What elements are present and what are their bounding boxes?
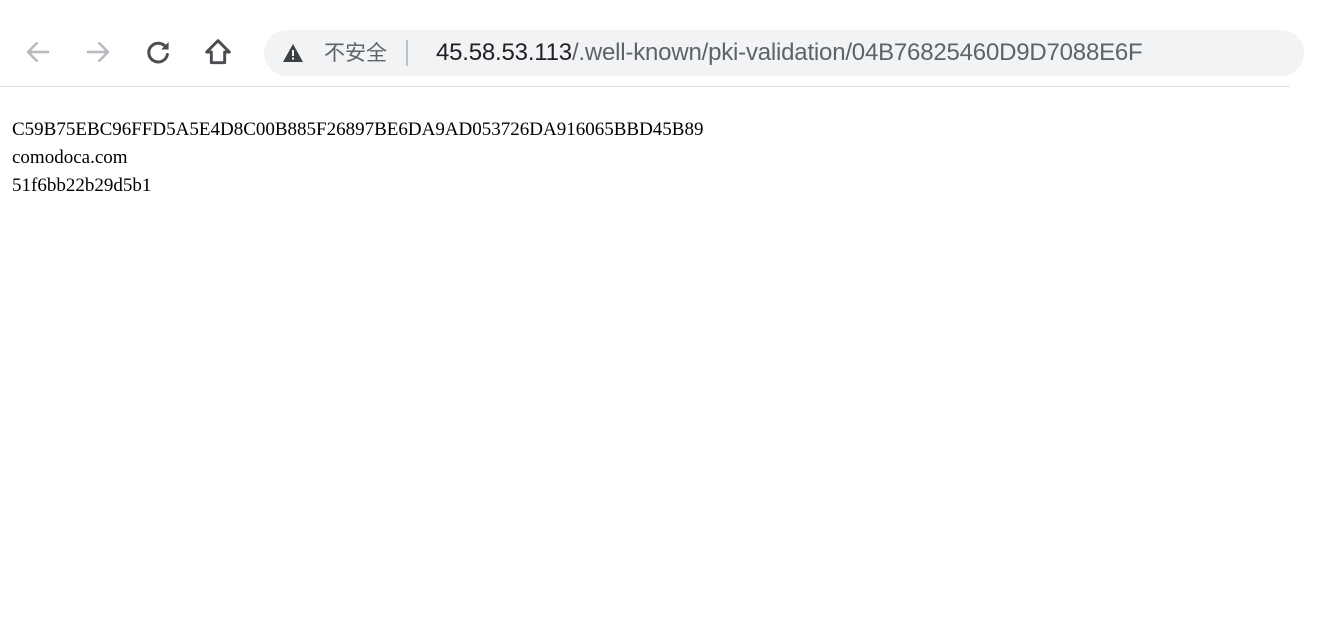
page-content: C59B75EBC96FFD5A5E4D8C00B885F26897BE6DA9… [12, 116, 703, 200]
address-bar[interactable]: 不安全 45.58.53.113/.well-known/pki-validat… [264, 30, 1304, 76]
reload-icon [143, 37, 173, 67]
reload-button[interactable] [142, 36, 174, 68]
browser-toolbar: 不安全 45.58.53.113/.well-known/pki-validat… [0, 0, 1304, 87]
warning-triangle-icon[interactable] [282, 43, 304, 63]
back-button[interactable] [22, 36, 54, 68]
security-label[interactable]: 不安全 [324, 30, 387, 76]
browser-window: 不安全 45.58.53.113/.well-known/pki-validat… [0, 0, 1318, 622]
url-host: 45.58.53.113 [436, 39, 572, 66]
url-path: /.well-known/pki-validation/04B76825460D… [571, 39, 1143, 66]
forward-button[interactable] [82, 36, 114, 68]
url-fade [1264, 30, 1304, 76]
arrow-left-icon [23, 37, 53, 67]
content-line-token: 51f6bb22b29d5b1 [12, 175, 152, 196]
url-text[interactable]: 45.58.53.113/.well-known/pki-validation/… [436, 30, 1143, 76]
address-separator [406, 40, 408, 66]
content-line-domain: comodoca.com [12, 147, 128, 168]
arrow-right-icon [83, 37, 113, 67]
content-line-hash: C59B75EBC96FFD5A5E4D8C00B885F26897BE6DA9… [12, 119, 704, 140]
home-button[interactable] [202, 36, 234, 68]
home-icon [202, 36, 234, 68]
